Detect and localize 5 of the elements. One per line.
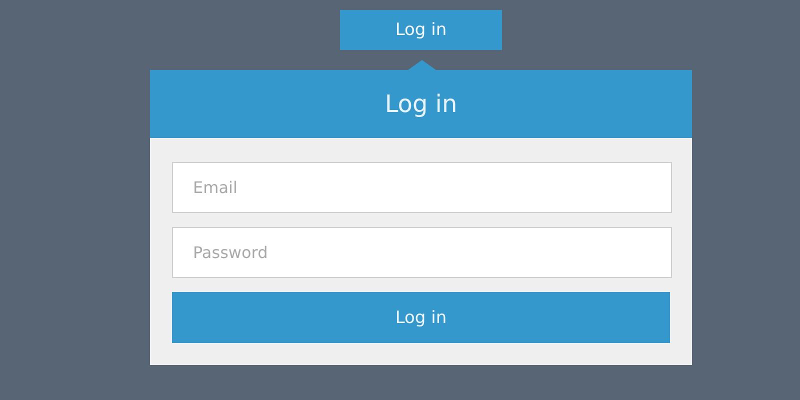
panel-title: Log in: [384, 90, 458, 118]
email-field[interactable]: Email: [172, 162, 672, 213]
password-field[interactable]: Password: [172, 227, 672, 278]
login-button[interactable]: Log in: [172, 292, 670, 343]
login-toggle-button[interactable]: Log in: [340, 10, 502, 50]
